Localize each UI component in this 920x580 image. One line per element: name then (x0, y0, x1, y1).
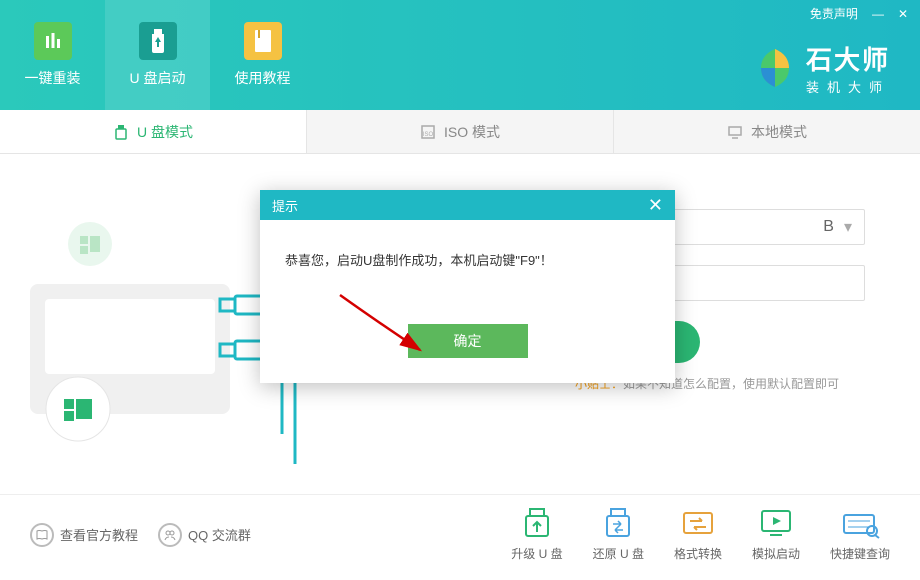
hotkey-query-icon (840, 507, 880, 539)
svg-text:ISO: ISO (423, 132, 434, 138)
book-icon (30, 523, 54, 547)
qq-group-label: QQ 交流群 (188, 525, 251, 544)
official-tutorial-link[interactable]: 查看官方教程 (30, 523, 138, 547)
tab-local-mode[interactable]: 本地模式 (613, 110, 920, 153)
dialog-message: 恭喜您，启动U盘制作成功，本机启动键"F9"！ (285, 250, 650, 269)
simulate-boot-label: 模拟启动 (752, 545, 800, 562)
upgrade-usb-action[interactable]: 升级 U 盘 (511, 507, 562, 562)
nav-reinstall-label: 一键重装 (25, 68, 81, 88)
qq-group-link[interactable]: QQ 交流群 (158, 523, 251, 547)
nav-reinstall[interactable]: 一键重装 (0, 0, 105, 110)
format-convert-icon (678, 507, 718, 539)
disclaimer-link[interactable]: 免责声明 (810, 5, 858, 22)
simulate-boot-action[interactable]: 模拟启动 (752, 507, 800, 562)
nav-usb-boot[interactable]: U 盘启动 (105, 0, 210, 110)
success-dialog: 提示 ✕ 恭喜您，启动U盘制作成功，本机启动键"F9"！ 确定 (260, 190, 675, 383)
nav-tutorial-label: 使用教程 (235, 68, 291, 88)
restore-usb-action[interactable]: 还原 U 盘 (593, 507, 644, 562)
dialog-body: 恭喜您，启动U盘制作成功，本机启动键"F9"！ 确定 (260, 220, 675, 383)
simulate-boot-icon (756, 507, 796, 539)
tutorial-icon (244, 22, 282, 60)
footer: 查看官方教程 QQ 交流群 升级 U 盘 还原 U 盘 格式转换 模拟启动 快捷… (0, 494, 920, 574)
tab-usb-label: U 盘模式 (137, 122, 193, 142)
format-convert-action[interactable]: 格式转换 (674, 507, 722, 562)
tab-usb-mode[interactable]: U 盘模式 (0, 110, 306, 153)
chevron-down-icon: ▾ (844, 217, 852, 237)
restore-usb-label: 还原 U 盘 (593, 545, 644, 562)
reinstall-icon (34, 22, 72, 60)
app-header: 一键重装 U 盘启动 使用教程 免责声明 — ✕ 石大师 装机大师 (0, 0, 920, 110)
dialog-title: 提示 (272, 196, 298, 215)
mode-tabs: U 盘模式 ISO ISO 模式 本地模式 (0, 110, 920, 154)
restore-usb-icon (598, 507, 638, 539)
upgrade-usb-label: 升级 U 盘 (511, 545, 562, 562)
main-nav: 一键重装 U 盘启动 使用教程 (0, 0, 315, 110)
brand-subtitle: 装机大师 (806, 77, 890, 96)
window-controls: 免责声明 — ✕ (810, 5, 908, 22)
brand-title: 石大师 (806, 40, 890, 77)
local-icon (727, 124, 743, 140)
brand-logo-icon (754, 47, 796, 89)
hotkey-query-label: 快捷键查询 (830, 545, 890, 562)
usb-boot-icon (139, 22, 177, 60)
dialog-ok-button[interactable]: 确定 (408, 324, 528, 358)
tab-iso-mode[interactable]: ISO ISO 模式 (306, 110, 613, 153)
people-icon (158, 523, 182, 547)
upgrade-usb-icon (517, 507, 557, 539)
tab-iso-label: ISO 模式 (444, 122, 500, 142)
dialog-close-button[interactable]: ✕ (648, 195, 663, 216)
minimize-button[interactable]: — (872, 7, 884, 21)
brand: 石大师 装机大师 (754, 40, 890, 96)
tab-local-label: 本地模式 (751, 122, 807, 142)
usb-icon (113, 124, 129, 140)
footer-actions: 升级 U 盘 还原 U 盘 格式转换 模拟启动 快捷键查询 (511, 507, 890, 562)
nav-usb-boot-label: U 盘启动 (130, 68, 186, 88)
dropdown-value: B (823, 218, 834, 236)
config-box[interactable] (665, 265, 865, 301)
hotkey-query-action[interactable]: 快捷键查询 (830, 507, 890, 562)
close-button[interactable]: ✕ (898, 7, 908, 21)
format-convert-label: 格式转换 (674, 545, 722, 562)
iso-icon: ISO (420, 124, 436, 140)
nav-tutorial[interactable]: 使用教程 (210, 0, 315, 110)
official-tutorial-label: 查看官方教程 (60, 525, 138, 544)
dialog-header: 提示 ✕ (260, 190, 675, 220)
